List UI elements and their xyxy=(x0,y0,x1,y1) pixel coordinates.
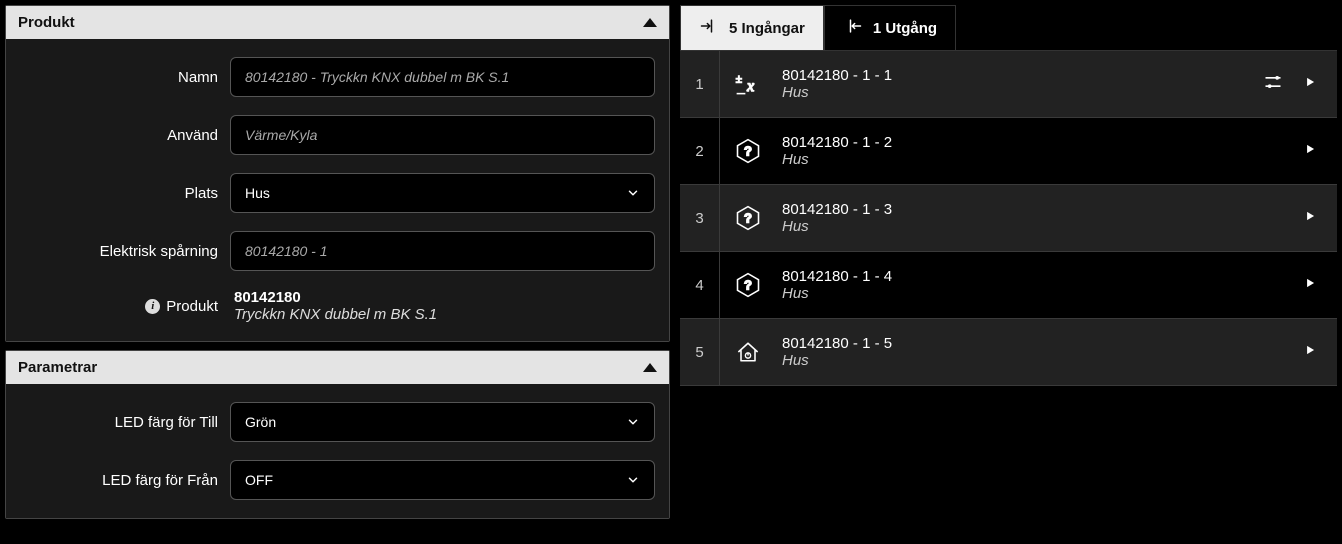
expand-icon[interactable] xyxy=(1303,75,1317,94)
input-row[interactable]: 2 80142180 - 1 - 2Hus xyxy=(680,118,1337,185)
input-row-subtitle: Hus xyxy=(782,151,1297,168)
input-row[interactable]: 4 80142180 - 1 - 4Hus xyxy=(680,252,1337,319)
place-label: Plats xyxy=(20,185,230,202)
led-off-value: OFF xyxy=(245,472,273,488)
place-select-value: Hus xyxy=(245,185,270,201)
input-type-icon xyxy=(720,137,776,165)
use-input[interactable]: Värme/Kyla xyxy=(230,115,655,155)
output-arrow-icon xyxy=(843,16,863,40)
place-select[interactable]: Hus xyxy=(230,173,655,213)
input-row-title: 80142180 - 1 - 5 xyxy=(782,335,1297,352)
params-panel: Parametrar LED färg för Till Grön LED fä… xyxy=(5,350,670,519)
product-panel: Produkt Namn 80142180 - Tryckkn KNX dubb… xyxy=(5,5,670,342)
input-row[interactable]: 3 80142180 - 1 - 3Hus xyxy=(680,185,1337,252)
led-on-select[interactable]: Grön xyxy=(230,402,655,442)
name-label: Namn xyxy=(20,69,230,86)
input-arrow-icon xyxy=(699,16,719,40)
product-id: 80142180 xyxy=(234,289,655,306)
tab-inputs[interactable]: 5 Ingångar xyxy=(680,5,824,50)
input-type-icon xyxy=(720,70,776,98)
use-label: Använd xyxy=(20,127,230,144)
tracking-label: Elektrisk spårning xyxy=(20,243,230,260)
tracking-input[interactable]: 80142180 - 1 xyxy=(230,231,655,271)
input-row-text: 80142180 - 1 - 5Hus xyxy=(776,327,1303,377)
expand-icon[interactable] xyxy=(1303,343,1317,362)
input-row-number: 4 xyxy=(680,252,720,318)
led-on-label: LED färg för Till xyxy=(20,414,230,431)
name-input[interactable]: 80142180 - Tryckkn KNX dubbel m BK S.1 xyxy=(230,57,655,97)
input-type-icon xyxy=(720,338,776,366)
info-icon: i xyxy=(145,299,160,314)
input-row[interactable]: 1 80142180 - 1 - 1Hus xyxy=(680,51,1337,118)
product-info-label: i Produkt xyxy=(20,298,230,315)
input-row-number: 2 xyxy=(680,118,720,184)
expand-icon[interactable] xyxy=(1303,276,1317,295)
name-input-value: 80142180 - Tryckkn KNX dubbel m BK S.1 xyxy=(245,69,509,85)
tracking-input-value: 80142180 - 1 xyxy=(245,243,328,259)
input-row-subtitle: Hus xyxy=(782,285,1297,302)
product-panel-title: Produkt xyxy=(18,14,75,31)
product-panel-header[interactable]: Produkt xyxy=(6,6,669,39)
input-row-subtitle: Hus xyxy=(782,218,1297,235)
chevron-down-icon xyxy=(626,415,640,429)
input-row-number: 5 xyxy=(680,319,720,385)
params-panel-title: Parametrar xyxy=(18,359,97,376)
tab-outputs-label: 1 Utgång xyxy=(873,20,937,37)
input-row-text: 80142180 - 1 - 2Hus xyxy=(776,126,1303,176)
input-row-subtitle: Hus xyxy=(782,84,1257,101)
io-tabs: 5 Ingångar 1 Utgång xyxy=(680,5,1337,51)
led-off-label: LED färg för Från xyxy=(20,472,230,489)
input-row-title: 80142180 - 1 - 2 xyxy=(782,134,1297,151)
expand-icon[interactable] xyxy=(1303,142,1317,161)
product-info: 80142180 Tryckkn KNX dubbel m BK S.1 xyxy=(230,289,655,323)
input-row-title: 80142180 - 1 - 4 xyxy=(782,268,1297,285)
tab-inputs-label: 5 Ingångar xyxy=(729,20,805,37)
inputs-list: 180142180 - 1 - 1Hus280142180 - 1 - 2Hus… xyxy=(680,51,1337,386)
chevron-down-icon xyxy=(626,473,640,487)
input-row-text: 80142180 - 1 - 1Hus xyxy=(776,59,1263,109)
expand-icon[interactable] xyxy=(1303,209,1317,228)
settings-icon[interactable] xyxy=(1263,72,1283,97)
led-off-select[interactable]: OFF xyxy=(230,460,655,500)
tab-outputs[interactable]: 1 Utgång xyxy=(824,5,956,50)
collapse-icon xyxy=(643,363,657,372)
use-input-value: Värme/Kyla xyxy=(245,127,317,143)
input-row-title: 80142180 - 1 - 3 xyxy=(782,201,1297,218)
input-row[interactable]: 5 80142180 - 1 - 5Hus xyxy=(680,319,1337,386)
product-label-text: Produkt xyxy=(166,298,218,315)
input-row-number: 1 xyxy=(680,51,720,117)
params-panel-header[interactable]: Parametrar xyxy=(6,351,669,384)
input-row-text: 80142180 - 1 - 4Hus xyxy=(776,260,1303,310)
led-on-value: Grön xyxy=(245,414,276,430)
chevron-down-icon xyxy=(626,186,640,200)
product-desc: Tryckkn KNX dubbel m BK S.1 xyxy=(234,306,655,323)
input-row-subtitle: Hus xyxy=(782,352,1297,369)
input-row-title: 80142180 - 1 - 1 xyxy=(782,67,1257,84)
collapse-icon xyxy=(643,18,657,27)
input-row-number: 3 xyxy=(680,185,720,251)
input-type-icon xyxy=(720,204,776,232)
input-row-text: 80142180 - 1 - 3Hus xyxy=(776,193,1303,243)
input-type-icon xyxy=(720,271,776,299)
